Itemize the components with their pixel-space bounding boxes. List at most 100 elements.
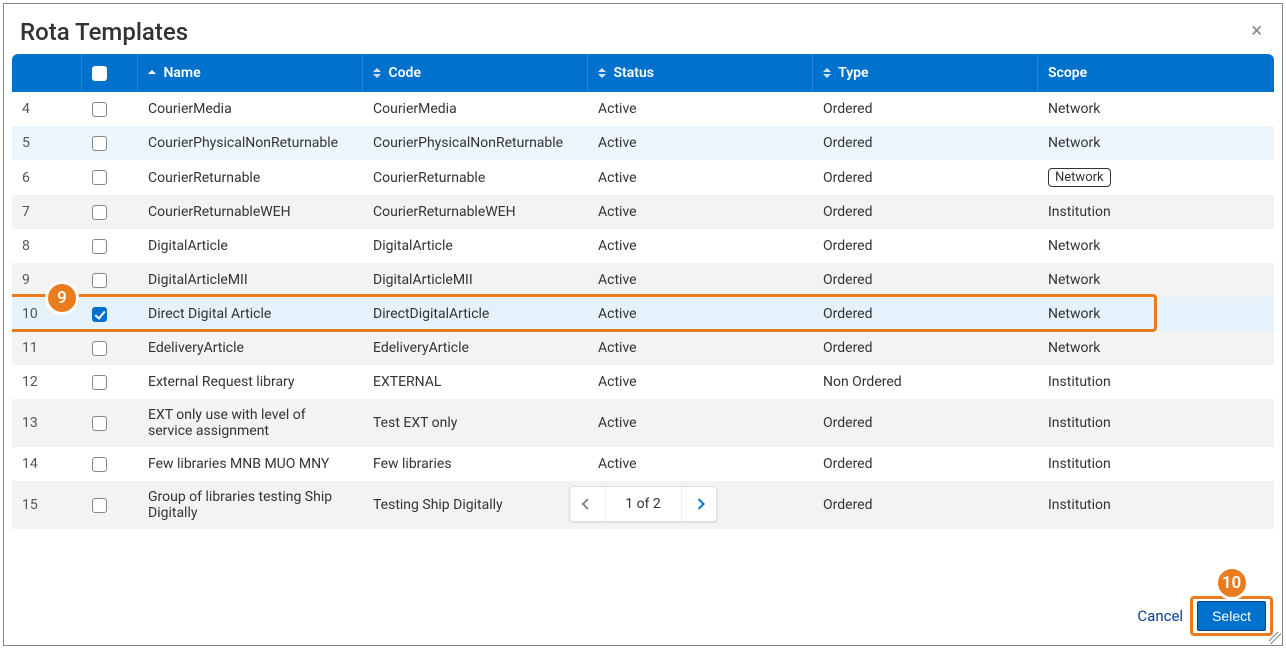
cell-scope: Institution	[1038, 195, 1274, 229]
scope-box: Network	[1048, 168, 1111, 187]
resize-grip-icon[interactable]	[1269, 632, 1281, 644]
table-row[interactable]: 12External Request libraryEXTERNALActive…	[12, 365, 1274, 399]
row-checkbox[interactable]	[92, 205, 107, 220]
modal-dialog: Rota Templates × Name	[3, 3, 1283, 646]
cell-code: DirectDigitalArticle	[363, 297, 588, 331]
cell-name: DigitalArticleMII	[138, 263, 363, 297]
cell-code: DigitalArticleMII	[363, 263, 588, 297]
row-checkbox[interactable]	[92, 498, 107, 513]
col-select-all[interactable]	[82, 54, 138, 92]
page-prev-button[interactable]	[570, 487, 604, 521]
row-checkbox-cell[interactable]	[82, 92, 138, 126]
select-button[interactable]: Select	[1197, 601, 1266, 631]
table-row[interactable]: 13EXT only use with level of service ass…	[12, 399, 1274, 447]
row-checkbox-cell[interactable]	[82, 447, 138, 481]
row-checkbox-cell[interactable]	[82, 263, 138, 297]
table-row[interactable]: 6CourierReturnableCourierReturnableActiv…	[12, 160, 1274, 195]
row-checkbox-cell[interactable]	[82, 399, 138, 447]
annotation-9-badge: 9	[45, 281, 79, 315]
cell-type: Ordered	[813, 160, 1038, 195]
row-checkbox[interactable]	[92, 136, 107, 151]
row-checkbox-cell[interactable]	[82, 297, 138, 331]
cell-name: CourierMedia	[138, 92, 363, 126]
cancel-button[interactable]: Cancel	[1137, 607, 1183, 625]
cell-status: Active	[588, 126, 813, 160]
modal-header: Rota Templates ×	[4, 4, 1282, 54]
table-row[interactable]: 9DigitalArticleMIIDigitalArticleMIIActiv…	[12, 263, 1274, 297]
cell-code: Testing Ship Digitally	[363, 481, 588, 529]
row-checkbox-cell[interactable]	[82, 126, 138, 160]
cell-scope: Institution	[1038, 447, 1274, 481]
col-status[interactable]: Status	[588, 54, 813, 92]
row-checkbox[interactable]	[92, 170, 107, 185]
cell-status: Active	[588, 229, 813, 263]
row-checkbox[interactable]	[92, 102, 107, 117]
cell-code: Few libraries	[363, 447, 588, 481]
table-row[interactable]: 5CourierPhysicalNonReturnableCourierPhys…	[12, 126, 1274, 160]
table-row[interactable]: 4CourierMediaCourierMediaActiveOrderedNe…	[12, 92, 1274, 126]
cell-status: Active	[588, 92, 813, 126]
col-type[interactable]: Type	[813, 54, 1038, 92]
cell-name: CourierReturnableWEH	[138, 195, 363, 229]
cell-type: Ordered	[813, 399, 1038, 447]
row-checkbox[interactable]	[92, 341, 107, 356]
table-body: 4CourierMediaCourierMediaActiveOrderedNe…	[12, 92, 1274, 529]
cell-type: Non Ordered	[813, 365, 1038, 399]
col-status-label: Status	[613, 65, 653, 81]
cell-scope: Network	[1038, 126, 1274, 160]
row-checkbox[interactable]	[92, 457, 107, 472]
page-next-button[interactable]	[682, 487, 716, 521]
row-checkbox-cell[interactable]	[82, 229, 138, 263]
table-row[interactable]: 8DigitalArticleDigitalArticleActiveOrder…	[12, 229, 1274, 263]
close-icon[interactable]: ×	[1247, 18, 1266, 42]
page-info-label: 1 of 2	[604, 487, 682, 521]
row-checkbox[interactable]	[92, 307, 107, 322]
table-row[interactable]: 14Few libraries MNB MUO MNYFew libraries…	[12, 447, 1274, 481]
rota-templates-table: Name Code Status Type	[12, 54, 1274, 529]
cell-scope: Institution	[1038, 481, 1274, 529]
select-all-checkbox[interactable]	[92, 66, 107, 81]
col-scope[interactable]: Scope	[1038, 54, 1274, 92]
cell-status: Active	[588, 160, 813, 195]
row-checkbox[interactable]	[92, 239, 107, 254]
chevron-left-icon	[582, 498, 593, 509]
table-row[interactable]: 10Direct Digital ArticleDirectDigitalArt…	[12, 297, 1274, 331]
cell-status: Active	[588, 399, 813, 447]
cell-type: Ordered	[813, 447, 1038, 481]
row-checkbox-cell[interactable]	[82, 160, 138, 195]
row-checkbox-cell[interactable]	[82, 481, 138, 529]
row-index: 14	[12, 447, 82, 481]
row-index: 7	[12, 195, 82, 229]
cell-type: Ordered	[813, 481, 1038, 529]
cell-type: Ordered	[813, 229, 1038, 263]
col-code[interactable]: Code	[363, 54, 588, 92]
row-checkbox-cell[interactable]	[82, 331, 138, 365]
table-row[interactable]: 11EdeliveryArticleEdeliveryArticleActive…	[12, 331, 1274, 365]
cell-type: Ordered	[813, 126, 1038, 160]
sort-icon	[373, 68, 381, 78]
cell-name: CourierPhysicalNonReturnable	[138, 126, 363, 160]
row-checkbox-cell[interactable]	[82, 195, 138, 229]
cell-scope: Institution	[1038, 365, 1274, 399]
cell-type: Ordered	[813, 297, 1038, 331]
cell-code: Test EXT only	[363, 399, 588, 447]
table-row[interactable]: 7 CourierReturnableWEHCourierReturnableWE…	[12, 195, 1274, 229]
modal-footer: Cancel Select	[4, 591, 1282, 645]
cell-code: EXTERNAL	[363, 365, 588, 399]
row-index: 8	[12, 229, 82, 263]
cell-code: CourierReturnableWEH	[363, 195, 588, 229]
col-code-label: Code	[388, 65, 421, 81]
cell-name: Group of libraries testing Ship Digitall…	[138, 481, 363, 529]
col-name[interactable]: Name	[138, 54, 363, 92]
row-index: 11	[12, 331, 82, 365]
row-checkbox[interactable]	[92, 375, 107, 390]
modal-title: Rota Templates	[20, 18, 188, 46]
row-checkbox-cell[interactable]	[82, 365, 138, 399]
row-index: 13	[12, 399, 82, 447]
chevron-right-icon	[693, 498, 704, 509]
annotation-10-badge: 10	[1215, 566, 1249, 600]
cell-scope: Network	[1038, 297, 1274, 331]
row-checkbox[interactable]	[92, 273, 107, 288]
row-checkbox[interactable]	[92, 416, 107, 431]
modal-body: Name Code Status Type	[4, 54, 1282, 591]
